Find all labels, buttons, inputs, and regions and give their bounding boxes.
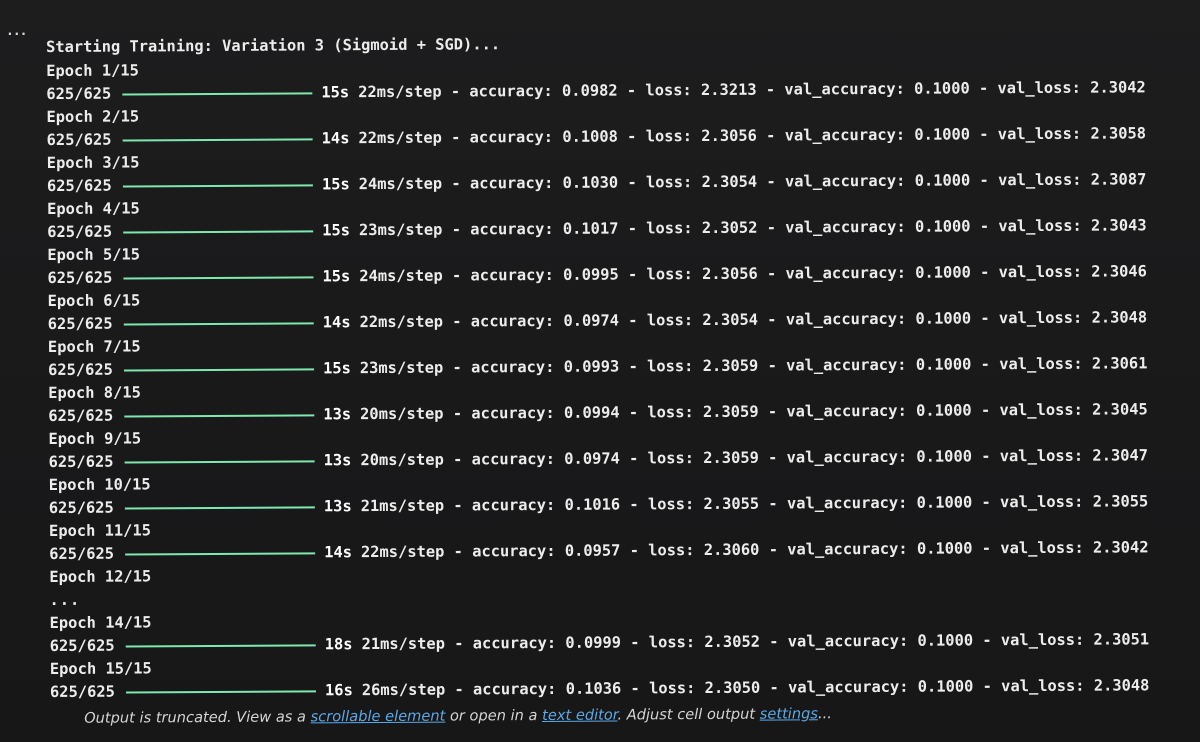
epoch-metrics: 20ms/step - accuracy: 0.0974 - loss: 2.3… bbox=[360, 446, 1149, 470]
epoch-metrics: 22ms/step - accuracy: 0.0974 - loss: 2.3… bbox=[359, 308, 1148, 332]
step-count: 625/625 bbox=[47, 360, 113, 379]
epoch-metrics: 23ms/step - accuracy: 0.1017 - loss: 2.3… bbox=[358, 216, 1147, 240]
epoch-metrics: 24ms/step - accuracy: 0.0995 - loss: 2.3… bbox=[359, 262, 1147, 286]
progress-bar bbox=[122, 91, 313, 96]
epoch-metrics: 20ms/step - accuracy: 0.0994 - loss: 2.3… bbox=[360, 400, 1148, 424]
progress-bar bbox=[125, 643, 316, 648]
progress-bar bbox=[124, 367, 315, 372]
epoch-duration: 14s bbox=[324, 543, 353, 562]
late-epoch-log-list: Epoch 14/15 625/625 18s 21ms/step - accurac… bbox=[50, 605, 1181, 704]
step-count: 625/625 bbox=[49, 544, 115, 563]
epoch-duration: 13s bbox=[323, 405, 352, 424]
step-count: 625/625 bbox=[48, 498, 114, 517]
step-count: 625/625 bbox=[48, 452, 114, 471]
epoch-duration: 18s bbox=[324, 635, 353, 654]
scrollable-element-link[interactable]: scrollable element bbox=[311, 708, 446, 726]
step-count: 625/625 bbox=[47, 268, 113, 287]
epoch-metrics: 23ms/step - accuracy: 0.0993 - loss: 2.3… bbox=[359, 354, 1148, 378]
epoch-duration: 15s bbox=[321, 83, 350, 102]
progress-bar bbox=[124, 413, 315, 418]
epoch-metrics: 22ms/step - accuracy: 0.0957 - loss: 2.3… bbox=[360, 538, 1149, 562]
training-log-output: Starting Training: Variation 3 (Sigmoid … bbox=[46, 29, 1180, 732]
step-count: 625/625 bbox=[47, 222, 113, 241]
step-count: 625/625 bbox=[46, 176, 112, 195]
epoch-duration: 14s bbox=[321, 129, 350, 148]
epoch-duration: 15s bbox=[321, 175, 350, 194]
step-count: 625/625 bbox=[46, 84, 112, 103]
epoch-log-list: Epoch 1/15 625/625 15s 22ms/step - accuracy… bbox=[46, 53, 1179, 566]
epoch-metrics: 24ms/step - accuracy: 0.1030 - loss: 2.3… bbox=[358, 170, 1147, 194]
epoch-duration: 15s bbox=[322, 267, 351, 286]
truncation-note-after-editor: . Adjust cell output bbox=[617, 705, 760, 724]
notebook-cell-output-area: ... Starting Training: Variation 3 (Sigm… bbox=[0, 0, 1200, 742]
epoch-metrics: 22ms/step - accuracy: 0.1008 - loss: 2.3… bbox=[358, 124, 1147, 148]
truncation-note-prefix: Output is truncated. View as a bbox=[84, 708, 311, 727]
epoch-metrics: 21ms/step - accuracy: 0.0999 - loss: 2.3… bbox=[361, 630, 1150, 654]
epoch-duration: 16s bbox=[324, 681, 353, 700]
step-count: 625/625 bbox=[49, 636, 115, 655]
epoch-metrics: 21ms/step - accuracy: 0.1016 - loss: 2.3… bbox=[360, 492, 1149, 516]
progress-bar bbox=[124, 459, 315, 464]
epoch-duration: 15s bbox=[322, 221, 351, 240]
progress-bar bbox=[123, 321, 314, 326]
progress-bar bbox=[122, 183, 313, 188]
progress-bar bbox=[125, 551, 316, 556]
progress-bar bbox=[123, 275, 314, 280]
step-count: 625/625 bbox=[48, 406, 114, 425]
text-editor-link[interactable]: text editor bbox=[542, 707, 617, 724]
truncation-note-middle: or open in a bbox=[445, 706, 543, 725]
progress-bar bbox=[123, 229, 314, 234]
epoch-metrics: 26ms/step - accuracy: 0.1036 - loss: 2.3… bbox=[361, 676, 1150, 700]
epoch-duration: 13s bbox=[323, 451, 352, 470]
step-count: 625/625 bbox=[46, 130, 112, 149]
settings-link[interactable]: settings bbox=[760, 705, 818, 722]
progress-bar bbox=[122, 137, 313, 142]
epoch-duration: 13s bbox=[323, 497, 352, 516]
step-count: 625/625 bbox=[47, 314, 113, 333]
truncation-note: Output is truncated. View as a scrollabl… bbox=[50, 699, 1180, 732]
epoch-duration: 14s bbox=[322, 313, 351, 332]
epoch-metrics: 22ms/step - accuracy: 0.0982 - loss: 2.3… bbox=[358, 78, 1146, 102]
progress-bar bbox=[126, 689, 317, 694]
progress-bar bbox=[124, 505, 315, 510]
truncation-note-suffix: ... bbox=[817, 705, 832, 723]
step-count: 625/625 bbox=[49, 682, 115, 701]
cell-collapse-ellipsis[interactable]: ... bbox=[6, 24, 28, 39]
epoch-duration: 15s bbox=[322, 359, 351, 378]
